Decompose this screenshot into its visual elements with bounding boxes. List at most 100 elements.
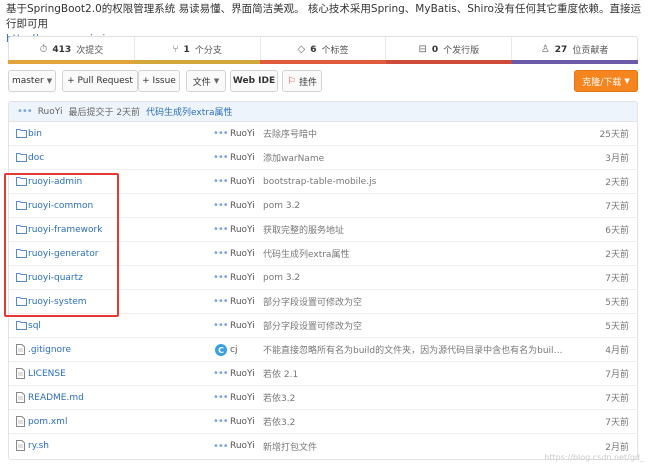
commit-dots-icon: ••• [213,176,229,187]
stat-3[interactable]: ⊟ 0 个发行版 [386,37,513,62]
stat-count: 27 [554,44,568,55]
branch-label: master [11,76,44,86]
file-icon [16,392,25,406]
language-segment [386,60,512,64]
commit-author[interactable]: RuoYi [230,153,255,163]
commit-time: 7天前 [605,394,629,404]
commit-message[interactable]: bootstrap-table-mobile.js [263,177,563,187]
file-name-link[interactable]: ruoyi-admin [28,177,82,187]
commit-dots-icon: ••• [213,248,229,259]
file-row[interactable]: ry.sh ••• RuoYi 新增打包文件 2月前 [9,434,637,458]
commit-dots-icon: ••• [213,416,229,427]
file-name-link[interactable]: ruoyi-framework [28,225,102,235]
commit-author[interactable]: RuoYi [230,225,255,235]
folder-icon [16,320,27,333]
language-segment [260,60,386,64]
stat-1[interactable]: ⑂ 1 个分支 [135,37,261,62]
commit-time: 7天前 [605,274,629,284]
last-commit-message[interactable]: 代码生成列extra属性 [146,105,232,118]
commit-time: 2月前 [605,442,629,453]
folder-icon [16,128,27,141]
file-row[interactable]: ruoyi-system ••• RuoYi 部分字段设置可修改为空 5天前 [9,290,637,314]
commit-time: 25天前 [599,130,629,140]
commit-message[interactable]: 若依3.2 [263,391,563,404]
commit-author[interactable]: RuoYi [230,417,255,427]
commit-author[interactable]: RuoYi [230,393,255,403]
commit-message[interactable]: pom 3.2 [263,201,563,211]
file-row[interactable]: LICENSE ••• RuoYi 若依 2.1 7月前 [9,362,637,386]
file-name-link[interactable]: sql [28,321,41,331]
commit-author[interactable]: RuoYi [230,441,255,451]
last-commit-author[interactable]: RuoYi [38,107,63,117]
commit-time: 4月前 [605,346,629,356]
file-name-link[interactable]: LICENSE [28,369,66,379]
description-text: 基于SpringBoot2.0的权限管理系统 易读易懂、界面简洁美观。 核心技术… [6,3,641,30]
stat-2[interactable]: ◇ 6 个标签 [261,37,387,62]
commit-message[interactable]: 添加warName [263,151,563,164]
file-row[interactable]: ruoyi-generator ••• RuoYi 代码生成列extra属性 2天前 [9,242,637,266]
commit-author[interactable]: cj [230,345,237,355]
commit-message[interactable]: 去除序号暗中 [263,127,563,140]
stat-count: 6 [310,44,317,55]
commit-message[interactable]: 新增打包文件 [263,440,563,453]
commit-author[interactable]: RuoYi [230,297,255,307]
file-name-link[interactable]: README.md [28,393,84,403]
file-name-link[interactable]: doc [28,153,44,163]
file-row[interactable]: ruoyi-quartz ••• RuoYi pom 3.2 7天前 [9,266,637,290]
clone-download-button[interactable]: 克隆/下载 ▼ [574,70,638,92]
file-row[interactable]: ruoyi-admin ••• RuoYi bootstrap-table-mobil… [9,170,637,194]
commit-message[interactable]: 不能直接忽略所有名为build的文件夹，因为源代码目录中含也有名为build的.… [263,343,563,356]
web-ide-button[interactable]: Web IDE [230,70,278,92]
file-name-link[interactable]: ruoyi-quartz [28,273,83,283]
commit-message[interactable]: 部分字段设置可修改为空 [263,295,563,308]
commit-author[interactable]: RuoYi [230,201,255,211]
repo-toolbar: master ▼ + Pull Request + Issue 文件 ▼ Web… [8,70,638,92]
commit-dots-icon: ••• [213,440,229,452]
commit-message[interactable]: 若依 2.1 [263,367,563,380]
commit-author[interactable]: RuoYi [230,249,255,259]
stat-4[interactable]: ♙ 27 位贡献者 [512,37,637,62]
file-name-link[interactable]: ruoyi-system [28,297,87,307]
folder-icon [16,200,27,213]
file-name-link[interactable]: ruoyi-common [28,201,93,211]
file-row[interactable]: .gitignore Ccj 不能直接忽略所有名为build的文件夹，因为源代码目录… [9,338,637,362]
commit-time: 7天前 [605,418,629,428]
commit-message[interactable]: 部分字段设置可修改为空 [263,319,563,332]
avatar: C [215,344,227,356]
pull-request-button[interactable]: + Pull Request [62,70,138,92]
commit-message[interactable]: pom 3.2 [263,273,563,283]
bookmark-icon: ⚐ [287,75,296,87]
file-row[interactable]: doc ••• RuoYi 添加warName 3月前 [9,146,637,170]
widget-button[interactable]: ⚐ 挂件 [282,70,322,92]
file-row[interactable]: ruoyi-common ••• RuoYi pom 3.2 7天前 [9,194,637,218]
commit-author[interactable]: RuoYi [230,369,255,379]
commit-message[interactable]: 若依3.2 [263,415,563,428]
file-name-link[interactable]: bin [28,129,42,139]
chevron-down-icon: ▼ [46,77,53,85]
commit-author[interactable]: RuoYi [230,177,255,187]
contributors-icon: ♙ [540,44,550,55]
commit-author[interactable]: RuoYi [230,129,255,139]
file-name-link[interactable]: ruoyi-generator [28,249,98,259]
file-row[interactable]: sql ••• RuoYi 部分字段设置可修改为空 5天前 [9,314,637,338]
file-icon [16,440,25,454]
commit-author[interactable]: RuoYi [230,273,255,283]
file-menu-button[interactable]: 文件 ▼ [186,70,226,92]
file-row[interactable]: bin ••• RuoYi 去除序号暗中 25天前 [9,122,637,146]
file-row[interactable]: pom.xml ••• RuoYi 若依3.2 7天前 [9,410,637,434]
commit-message[interactable]: 获取完整的服务地址 [263,223,563,236]
branch-select[interactable]: master ▼ [8,70,56,92]
file-row[interactable]: ruoyi-framework ••• RuoYi 获取完整的服务地址 6天前 [9,218,637,242]
file-row[interactable]: README.md ••• RuoYi 若依3.2 7天前 [9,386,637,410]
widget-label: 挂件 [298,77,317,88]
file-name-link[interactable]: ry.sh [28,441,49,451]
file-name-link[interactable]: .gitignore [28,345,71,355]
stat-label: 个发行版 [443,46,480,56]
file-name-link[interactable]: pom.xml [28,417,67,427]
commit-message[interactable]: 代码生成列extra属性 [263,247,563,260]
stat-0[interactable]: ⏱ 413 次提交 [9,37,135,62]
issue-button[interactable]: + Issue [138,70,180,92]
stat-label: 次提交 [76,46,104,56]
commit-author[interactable]: RuoYi [230,321,255,331]
commit-dots-icon: ••• [17,106,33,117]
